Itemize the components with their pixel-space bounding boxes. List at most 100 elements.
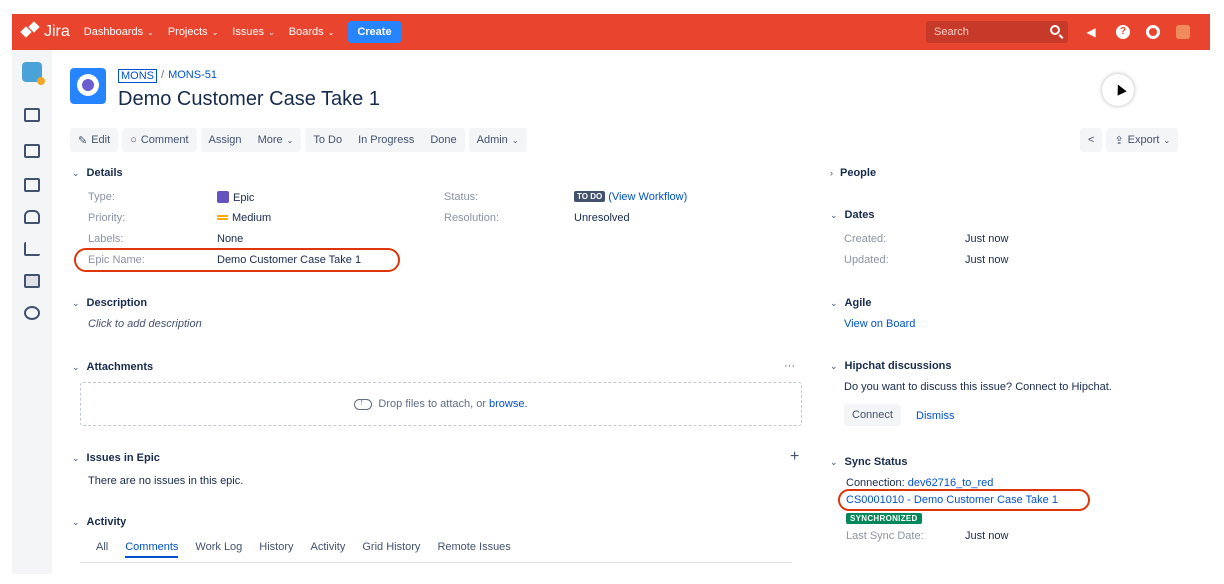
sync-status-heading: Sync Status bbox=[844, 456, 908, 468]
export-button[interactable]: ⇪ Export ⌄ bbox=[1106, 128, 1179, 152]
epic-name-highlight-ring bbox=[74, 248, 400, 272]
export-icon: ⇪ bbox=[1114, 134, 1124, 147]
breadcrumb-issue-key[interactable]: MONS-51 bbox=[168, 69, 217, 83]
issues-icon[interactable] bbox=[24, 274, 40, 288]
pencil-icon: ✎ bbox=[78, 134, 88, 147]
people-toggle[interactable]: › People bbox=[830, 167, 876, 179]
assign-button[interactable]: Assign bbox=[201, 128, 250, 152]
issues-in-epic-heading: Issues in Epic bbox=[86, 452, 160, 464]
chevron-down-icon: ⌄ bbox=[286, 135, 294, 145]
workflow-group: To Do In Progress Done bbox=[305, 128, 465, 152]
board-icon[interactable] bbox=[24, 144, 40, 158]
agile-heading: Agile bbox=[844, 297, 872, 309]
people-heading: People bbox=[840, 167, 877, 179]
hipchat-toggle[interactable]: ⌄ Hipchat discussions bbox=[830, 360, 952, 372]
project-avatar[interactable] bbox=[70, 68, 106, 104]
view-workflow-link[interactable]: (View Workflow) bbox=[608, 191, 687, 203]
project-sidebar bbox=[12, 50, 52, 574]
search-input[interactable]: Search bbox=[926, 21, 1068, 43]
view-on-board-link[interactable]: View on Board bbox=[844, 318, 915, 330]
chevron-down-icon: ⌄ bbox=[830, 360, 838, 371]
tab-activity[interactable]: Activity bbox=[311, 541, 346, 558]
sync-status-toggle[interactable]: ⌄ Sync Status bbox=[830, 456, 908, 468]
more-button[interactable]: More ⌄ bbox=[250, 128, 302, 152]
tab-comments[interactable]: Comments bbox=[125, 541, 179, 558]
in-progress-button[interactable]: In Progress bbox=[350, 128, 422, 152]
gear-icon[interactable] bbox=[1146, 25, 1160, 39]
activity-toggle[interactable]: ⌄ Activity bbox=[72, 516, 126, 528]
comment-button[interactable]: ○ Comment bbox=[122, 128, 197, 152]
user-avatar[interactable] bbox=[1176, 25, 1190, 39]
dates-toggle[interactable]: ⌄ Dates bbox=[830, 209, 875, 221]
attachments-toggle[interactable]: ⌄ Attachments bbox=[72, 361, 153, 373]
attachment-dropzone[interactable]: Drop files to attach, or browse. bbox=[80, 382, 802, 426]
nav-issues[interactable]: Issues ⌄ bbox=[232, 26, 275, 38]
dismiss-link[interactable]: Dismiss bbox=[916, 410, 955, 422]
last-sync-value: Just now bbox=[965, 530, 1009, 542]
connect-button[interactable]: Connect bbox=[844, 404, 901, 426]
todo-button[interactable]: To Do bbox=[305, 128, 350, 152]
upload-cloud-icon bbox=[354, 397, 373, 410]
export-label: Export bbox=[1127, 134, 1160, 146]
tab-remote-issues[interactable]: Remote Issues bbox=[437, 541, 510, 558]
help-icon[interactable]: ? bbox=[1116, 25, 1130, 39]
add-issue-icon[interactable]: + bbox=[790, 448, 799, 466]
project-avatar-icon[interactable] bbox=[22, 62, 45, 85]
megaphone-icon[interactable]: ◀ bbox=[1084, 25, 1098, 39]
backlog-icon[interactable] bbox=[24, 108, 40, 122]
activity-heading: Activity bbox=[86, 516, 127, 528]
dates-heading: Dates bbox=[844, 209, 875, 221]
breadcrumb-separator: / bbox=[161, 69, 165, 81]
details-toggle[interactable]: ⌄ Details bbox=[72, 167, 123, 179]
tab-work-log[interactable]: Work Log bbox=[195, 541, 242, 558]
jira-logo[interactable]: Jira bbox=[20, 21, 70, 41]
epic-icon bbox=[217, 191, 229, 203]
agile-toggle[interactable]: ⌄ Agile bbox=[830, 297, 871, 309]
nav-dashboards[interactable]: Dashboards ⌄ bbox=[84, 26, 154, 38]
reports-icon[interactable] bbox=[24, 242, 40, 256]
nav-projects[interactable]: Projects ⌄ bbox=[168, 26, 218, 38]
resolution-value: Unresolved bbox=[574, 212, 630, 224]
breadcrumb: MONS / MONS-51 bbox=[118, 69, 217, 83]
edit-button[interactable]: ✎ Edit bbox=[70, 128, 119, 152]
more-label: More bbox=[257, 134, 283, 146]
releases-icon[interactable] bbox=[24, 210, 40, 224]
priority-label: Priority: bbox=[88, 212, 126, 224]
attachments-more-icon[interactable]: ··· bbox=[784, 360, 795, 372]
issue-title[interactable]: Demo Customer Case Take 1 bbox=[118, 88, 380, 111]
chevron-down-icon: ⌄ bbox=[72, 516, 80, 527]
chevron-down-icon: ⌄ bbox=[72, 452, 80, 463]
activity-tabs: All Comments Work Log History Activity G… bbox=[96, 541, 511, 558]
admin-button[interactable]: Admin ⌄ bbox=[468, 128, 527, 152]
nav-boards[interactable]: Boards ⌄ bbox=[289, 26, 335, 38]
search-icon bbox=[1050, 25, 1060, 35]
chevron-right-icon: › bbox=[830, 168, 833, 178]
done-button[interactable]: Done bbox=[422, 128, 464, 152]
tab-grid-history[interactable]: Grid History bbox=[362, 541, 420, 558]
tab-history[interactable]: History bbox=[259, 541, 293, 558]
labels-value[interactable]: None bbox=[217, 233, 243, 245]
sync-connection: Connection: dev62716_to_red bbox=[846, 477, 993, 489]
browse-link[interactable]: browse. bbox=[489, 398, 528, 410]
priority-text: Medium bbox=[232, 212, 272, 224]
columns-icon[interactable] bbox=[24, 178, 40, 192]
chevron-down-icon: ⌄ bbox=[830, 297, 838, 308]
created-label: Created: bbox=[844, 233, 887, 245]
description-placeholder[interactable]: Click to add description bbox=[88, 318, 202, 330]
create-button[interactable]: Create bbox=[348, 21, 401, 43]
issues-in-epic-toggle[interactable]: ⌄ Issues in Epic bbox=[72, 452, 160, 464]
connection-link[interactable]: dev62716_to_red bbox=[908, 477, 994, 489]
admin-label: Admin bbox=[476, 134, 508, 146]
breadcrumb-project[interactable]: MONS bbox=[118, 69, 157, 83]
priority-value[interactable]: Medium bbox=[217, 212, 271, 224]
issues-empty-text: There are no issues in this epic. bbox=[88, 475, 244, 487]
issue-toolbar: ✎ Edit ○ Comment Assign More ⌄ To Do In Pro… bbox=[70, 128, 527, 152]
chevron-down-icon: ⌄ bbox=[211, 27, 219, 37]
tab-all[interactable]: All bbox=[96, 541, 108, 558]
share-button[interactable]: < bbox=[1080, 128, 1103, 152]
tabs-divider bbox=[80, 562, 792, 563]
jira-logo-icon bbox=[20, 21, 40, 41]
description-toggle[interactable]: ⌄ Description bbox=[72, 297, 147, 309]
resolution-label: Resolution: bbox=[444, 212, 500, 224]
components-icon[interactable] bbox=[24, 306, 40, 320]
